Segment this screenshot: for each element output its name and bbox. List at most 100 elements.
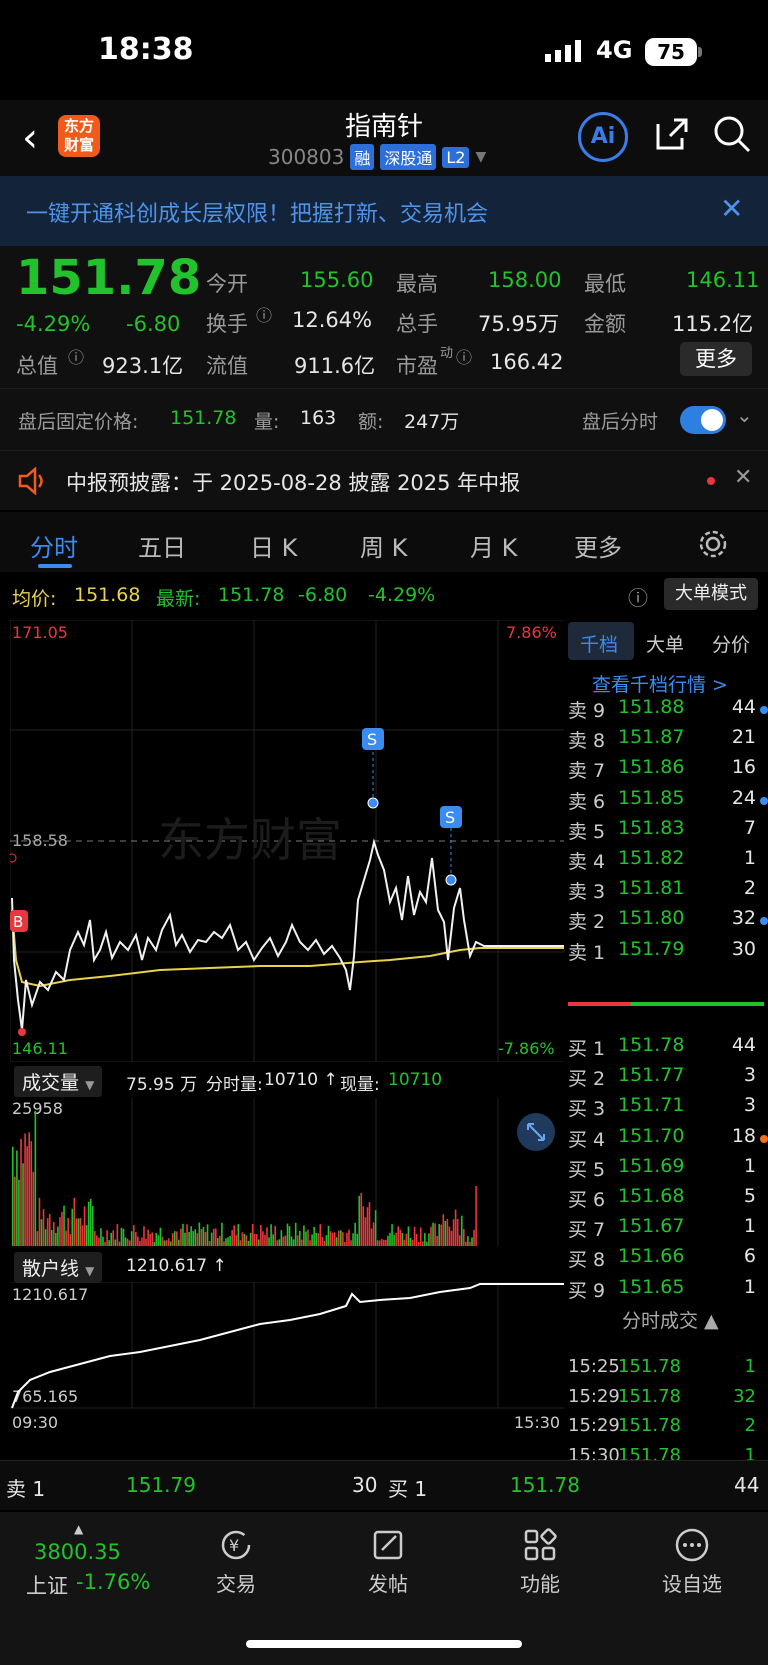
sell-marker[interactable]: S	[367, 730, 377, 749]
volume-bar	[368, 1202, 371, 1246]
bid-row[interactable]: 买 6 151.68 5	[568, 1185, 764, 1215]
help-icon[interactable]: ⓘ	[628, 582, 648, 611]
volume-bar	[124, 1237, 127, 1246]
close-icon[interactable]: ✕	[734, 465, 752, 490]
ask-row[interactable]: 卖 1 151.79 30	[568, 938, 764, 968]
bid-row[interactable]: 买 7 151.67 1	[568, 1215, 764, 1245]
ask-row[interactable]: 卖 5 151.83 7	[568, 817, 764, 847]
volume-bar	[34, 1110, 37, 1246]
index-pct[interactable]: -1.76%	[76, 1570, 150, 1594]
bid-price: 151.78	[618, 1034, 685, 1056]
tab-five-day[interactable]: 五日	[138, 528, 186, 563]
buy-marker[interactable]: B	[13, 913, 23, 931]
info-icon[interactable]: ⓘ	[256, 302, 272, 326]
chevron-down-icon[interactable]: ⌄	[736, 403, 753, 427]
volume-bar	[370, 1228, 373, 1246]
tab-month-k[interactable]: 月 K	[470, 528, 517, 563]
volume-bar	[196, 1233, 199, 1246]
volume-bar	[282, 1236, 285, 1246]
ask-row[interactable]: 卖 8 151.87 21	[568, 726, 764, 756]
bid-row[interactable]: 买 2 151.77 3	[568, 1064, 764, 1094]
volume-bar	[446, 1219, 449, 1246]
volume-bar	[14, 1176, 16, 1246]
volume-bar	[315, 1233, 317, 1246]
volume-bar	[399, 1229, 402, 1246]
retail-selector[interactable]: 散户线 ▼	[14, 1252, 103, 1283]
bid-row[interactable]: 买 9 151.65 1	[568, 1276, 764, 1306]
volume-bar	[83, 1206, 86, 1246]
volume-bar	[100, 1228, 102, 1246]
tag-connect: 深股通	[380, 144, 437, 170]
volume-bar	[67, 1217, 69, 1246]
share-icon[interactable]	[652, 114, 692, 154]
index-value[interactable]: 3800.35	[34, 1540, 121, 1564]
trades-title[interactable]: 分时成交 ▲	[622, 1306, 719, 1333]
trade-icon: ¥	[221, 1530, 251, 1560]
ask-row[interactable]: 卖 7 151.86 16	[568, 756, 764, 786]
volume-bar	[225, 1238, 227, 1246]
intraday-chart[interactable]: 东方财富 171.05 7.86% 158.58 146.11 -7.86% S…	[10, 620, 564, 1062]
volume-bar	[137, 1236, 139, 1246]
tab-post[interactable]: 发帖	[338, 1528, 438, 1597]
ai-button[interactable]: Ai	[578, 112, 628, 162]
order-dot	[760, 917, 768, 926]
info-icon[interactable]: ⓘ	[68, 344, 84, 368]
info-icon[interactable]: ⓘ	[456, 344, 472, 368]
volume-bar	[305, 1231, 307, 1246]
volume-bar	[463, 1228, 465, 1246]
notice-bar[interactable]: 中报预披露：于 2025-08-28 披露 2025 年中报 ✕	[0, 450, 768, 510]
volume-bar	[280, 1230, 283, 1246]
sell-marker[interactable]: S	[445, 808, 455, 827]
bid-row[interactable]: 买 5 151.69 1	[568, 1155, 764, 1185]
big-order-mode-button[interactable]: 大单模式	[664, 578, 758, 610]
axis-bottom-price: 146.11	[12, 1039, 68, 1058]
tab-timeshare[interactable]: 分时	[30, 528, 78, 563]
grid-icon	[524, 1528, 557, 1561]
volume-bar	[112, 1230, 115, 1246]
gear-icon[interactable]	[698, 529, 728, 559]
home-indicator[interactable]	[246, 1640, 522, 1648]
stock-subtitle[interactable]: 300803 融 深股通 L2 ▼	[268, 144, 486, 170]
volume-selector[interactable]: 成交量 ▼	[14, 1066, 103, 1097]
bid-row[interactable]: 买 8 151.66 6	[568, 1245, 764, 1275]
ask-level: 卖 2	[568, 911, 606, 934]
bid-row[interactable]: 买 4 151.70 18	[568, 1125, 768, 1155]
volume-label: 成交量	[22, 1072, 80, 1094]
volume-bar	[434, 1223, 436, 1246]
index-name[interactable]: 上证	[26, 1570, 68, 1600]
last-pct: -4.29%	[368, 584, 436, 606]
ask-row[interactable]: 卖 2 151.80 32	[568, 907, 768, 937]
ask-row[interactable]: 卖 6 151.85 24	[568, 787, 768, 817]
bid-row[interactable]: 买 3 151.71 3	[568, 1094, 764, 1124]
bid-price: 151.65	[618, 1275, 685, 1298]
more-button[interactable]: 更多	[680, 342, 752, 376]
ask-level: 卖 6	[568, 790, 606, 813]
search-icon[interactable]	[712, 114, 752, 154]
ask-row[interactable]: 卖 9 151.88 44	[568, 696, 768, 726]
tab-big-orders[interactable]: 大单	[646, 630, 684, 657]
tab-day-k[interactable]: 日 K	[250, 528, 297, 563]
tab-trade[interactable]: ¥ 交易	[186, 1528, 286, 1597]
trade-time: 15:25	[568, 1356, 620, 1377]
bid-row[interactable]: 买 1 151.78 44	[568, 1034, 764, 1064]
tab-more[interactable]: 更多	[574, 528, 622, 563]
volume-bar	[284, 1235, 287, 1246]
tab-week-k[interactable]: 周 K	[360, 528, 407, 563]
volume-bar	[16, 1150, 18, 1246]
volume-bar	[30, 1141, 33, 1246]
promo-banner[interactable]: 一键开通科创成长层权限！把握打新、交易机会 ✕	[0, 176, 768, 246]
tab-watchlist-label: 设自选	[662, 1572, 722, 1596]
ask-row[interactable]: 卖 3 151.81 2	[568, 877, 764, 907]
battery-tip	[698, 47, 702, 57]
ask-row[interactable]: 卖 4 151.82 1	[568, 847, 764, 877]
tab-watchlist[interactable]: 设自选	[642, 1528, 742, 1597]
close-icon[interactable]: ✕	[720, 192, 743, 225]
tab-full-depth[interactable]: 千档	[580, 630, 618, 657]
after-hours-toggle[interactable]	[680, 406, 726, 434]
tab-price-dist[interactable]: 分价	[712, 630, 750, 657]
volume-bar	[221, 1222, 223, 1246]
ask-level: 卖 3	[568, 881, 606, 904]
tab-functions[interactable]: 功能	[490, 1528, 590, 1597]
volume-bar	[157, 1235, 160, 1246]
view-depth-link[interactable]: 查看千档行情 >	[592, 670, 728, 697]
